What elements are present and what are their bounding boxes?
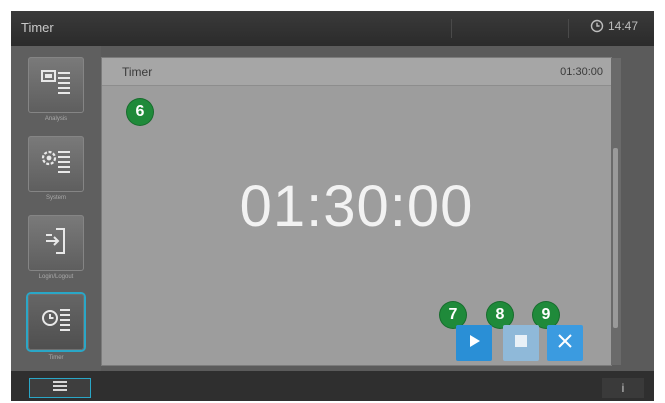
countdown-display: 01:30:00: [239, 174, 474, 239]
stop-icon: [513, 333, 529, 354]
play-button[interactable]: [456, 325, 492, 361]
dialog-title: Timer: [122, 65, 153, 79]
stop-button[interactable]: [503, 325, 539, 361]
menu-button[interactable]: [29, 378, 91, 398]
sidebar: Analysis System Login/Logout Timer: [11, 46, 101, 371]
callout-badge-6: 6: [127, 99, 153, 125]
sidebar-label-login-logout: Login/Logout: [38, 274, 74, 280]
info-button[interactable]: i: [602, 378, 644, 398]
topbar-divider-2: [568, 19, 569, 38]
sidebar-label-timer: Timer: [48, 355, 64, 361]
scrollbar[interactable]: [611, 58, 621, 365]
scroll-thumb[interactable]: [613, 148, 618, 328]
dialog-header: Timer 01:30:00: [102, 58, 611, 86]
sidebar-item-timer[interactable]: [28, 294, 84, 350]
system-icon: [40, 147, 72, 182]
info-icon: i: [621, 381, 625, 395]
app-title: Timer: [21, 20, 54, 35]
bottom-bar: i: [11, 371, 654, 401]
sidebar-item-login-logout[interactable]: [28, 215, 84, 271]
timer-icon: [40, 305, 72, 340]
login-logout-icon: [40, 226, 72, 261]
device-screen: Timer 14:47 Analysis System Login/Logout…: [11, 11, 654, 401]
topbar-divider: [451, 19, 452, 38]
sidebar-label-analysis: Analysis: [44, 116, 68, 122]
menu-icon: [52, 379, 68, 397]
sidebar-item-system[interactable]: [28, 136, 84, 192]
analysis-icon: [40, 68, 72, 103]
dialog-header-time: 01:30:00: [560, 66, 603, 78]
close-button[interactable]: [547, 325, 583, 361]
top-bar: Timer 14:47: [11, 11, 654, 46]
clock-icon: [590, 19, 604, 33]
sidebar-item-analysis[interactable]: [28, 57, 84, 113]
sidebar-label-system: System: [45, 195, 66, 201]
clock: 14:47: [590, 19, 638, 33]
close-icon: [556, 332, 574, 355]
clock-time: 14:47: [607, 19, 638, 33]
play-icon: [466, 333, 482, 354]
